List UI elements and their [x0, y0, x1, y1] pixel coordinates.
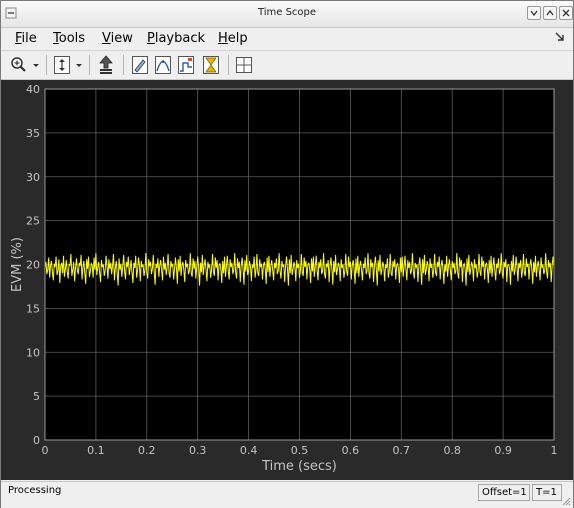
menu-file-rest: ile: [21, 31, 37, 46]
menu-bar: File Tools View Playback Help: [1, 28, 573, 51]
menu-tools[interactable]: Tools: [53, 31, 85, 46]
minimize-button[interactable]: [527, 6, 541, 20]
layout-icon[interactable]: [234, 54, 254, 76]
x-tick-label: 0.9: [494, 444, 512, 457]
x-tick-label: 0.4: [240, 444, 258, 457]
menu-playback-rest: layback: [154, 31, 206, 46]
x-tick-label: 0.8: [443, 444, 461, 457]
y-tick-label: 10: [26, 346, 40, 359]
menu-view-mnemonic: V: [102, 31, 111, 46]
y-tick-labels: 0 5 10 15 20 25 30 35 40: [26, 83, 40, 447]
menu-file[interactable]: File: [15, 31, 37, 46]
toolbar: [1, 51, 573, 80]
menu-help-mnemonic: H: [218, 31, 228, 46]
x-tick-label: 0.5: [291, 444, 309, 457]
scale-dropdown-icon[interactable]: [74, 54, 84, 76]
x-tick-label: 0: [42, 444, 49, 457]
y-tick-label: 0: [33, 434, 40, 447]
x-tick-labels: 0 0.1 0.2 0.3 0.4 0.5 0.6 0.7 0.8 0.9 1: [42, 444, 558, 457]
triggers-icon[interactable]: [201, 54, 221, 76]
minimize-icon: [530, 10, 538, 17]
measure-stats-icon[interactable]: [176, 54, 196, 76]
time-readout: T=1: [532, 484, 562, 501]
x-tick-label: 0.6: [342, 444, 360, 457]
menu-tools-rest: ools: [58, 31, 86, 46]
offset-readout: Offset=1: [478, 484, 530, 501]
evm-plot[interactable]: 0 0.1 0.2 0.3 0.4 0.5 0.6 0.7 0.8 0.9 1 0 5 10 15 20 25…: [1, 80, 573, 480]
y-tick-label: 35: [26, 127, 40, 140]
measure-peaks-icon[interactable]: [153, 54, 173, 76]
y-tick-label: 40: [26, 83, 40, 96]
style-icon[interactable]: [130, 54, 150, 76]
menu-view[interactable]: View: [102, 31, 133, 46]
x-tick-label: 0.1: [87, 444, 105, 457]
window-title: Time Scope: [257, 7, 317, 18]
toolbar-separator: [89, 55, 90, 75]
x-tick-label: 0.3: [189, 444, 207, 457]
x-tick-label: 0.7: [393, 444, 411, 457]
y-tick-label: 20: [26, 259, 40, 272]
menu-help-rest: elp: [227, 31, 248, 46]
menu-view-rest: iew: [110, 31, 133, 46]
y-tick-label: 25: [26, 215, 40, 228]
undock-icon[interactable]: [555, 32, 565, 42]
status-text: Processing: [8, 485, 62, 496]
toolbar-separator: [228, 55, 229, 75]
zoom-dropdown-icon[interactable]: [31, 54, 41, 76]
y-tick-label: 5: [33, 390, 40, 403]
maximize-button[interactable]: [543, 6, 557, 20]
y-tick-label: 15: [26, 302, 40, 315]
toolbar-separator: [123, 55, 124, 75]
toolbar-separator: [46, 55, 47, 75]
close-button[interactable]: [559, 6, 573, 20]
scale-axes-icon[interactable]: [52, 54, 72, 76]
status-bar: Processing Offset=1 T=1: [1, 481, 573, 508]
x-axis-label: Time (secs): [261, 459, 337, 474]
resize-grip-icon[interactable]: [561, 496, 571, 506]
close-icon: [562, 9, 570, 17]
title-bar[interactable]: Time Scope: [1, 1, 573, 28]
menu-playback-mnemonic: P: [147, 31, 155, 46]
menu-help[interactable]: Help: [218, 31, 248, 46]
zoom-in-icon[interactable]: [9, 54, 29, 76]
bring-forward-icon[interactable]: [96, 54, 116, 76]
x-tick-label: 1: [551, 444, 558, 457]
y-axis-label: EVM (%): [10, 237, 25, 292]
menu-playback[interactable]: Playback: [147, 31, 205, 46]
y-tick-label: 30: [26, 171, 40, 184]
maximize-icon: [546, 9, 554, 16]
x-tick-label: 0.2: [138, 444, 156, 457]
time-scope-window: Time Scope File Tools View Playback Help: [0, 0, 574, 508]
